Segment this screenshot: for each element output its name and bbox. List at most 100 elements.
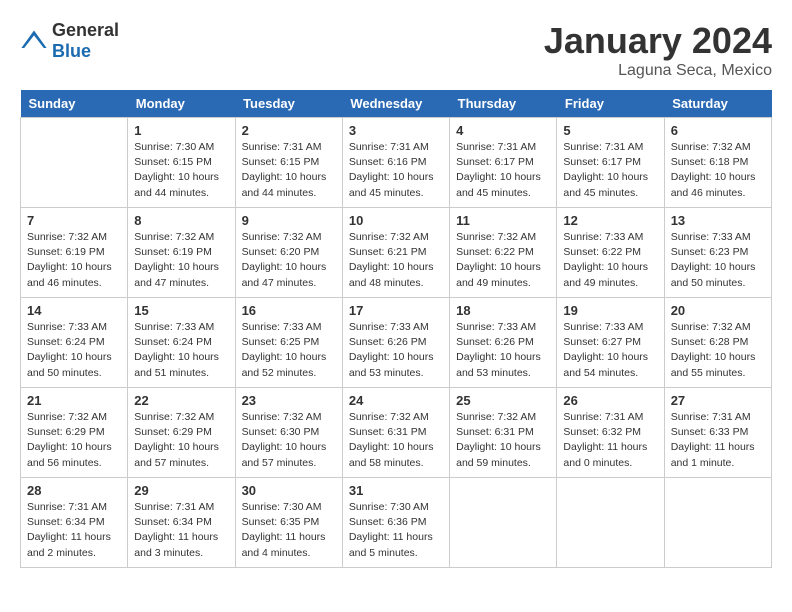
day-number: 4 <box>456 123 550 138</box>
day-header-thursday: Thursday <box>450 90 557 118</box>
calendar-cell: 31Sunrise: 7:30 AMSunset: 6:36 PMDayligh… <box>342 478 449 568</box>
calendar-cell: 30 Sunrise: 7:30 AMSunset: 6:35 PMDayligh… <box>235 478 342 568</box>
day-number: 19 <box>563 303 657 318</box>
logo: General Blue <box>20 20 119 62</box>
day-number: 30 <box>242 483 336 498</box>
calendar-cell: 7 Sunrise: 7:32 AMSunset: 6:19 PMDaylight… <box>21 208 128 298</box>
calendar-cell: 28 Sunrise: 7:31 AMSunset: 6:34 PMDayligh… <box>21 478 128 568</box>
day-info: Sunrise: 7:30 AMSunset: 6:36 PMDaylight:… <box>349 500 443 561</box>
day-info: Sunrise: 7:33 AMSunset: 6:24 PMDaylight:… <box>27 320 121 381</box>
day-info: Sunrise: 7:33 AMSunset: 6:23 PMDaylight:… <box>671 230 765 291</box>
logo-text-blue: Blue <box>52 41 91 61</box>
calendar-cell: 2 Sunrise: 7:31 AMSunset: 6:15 PMDaylight… <box>235 118 342 208</box>
day-number: 28 <box>27 483 121 498</box>
day-info: Sunrise: 7:33 AMSunset: 6:22 PMDaylight:… <box>563 230 657 291</box>
calendar-cell: 22 Sunrise: 7:32 AMSunset: 6:29 PMDayligh… <box>128 388 235 478</box>
day-info: Sunrise: 7:32 AMSunset: 6:21 PMDaylight:… <box>349 230 443 291</box>
day-info: Sunrise: 7:32 AMSunset: 6:22 PMDaylight:… <box>456 230 550 291</box>
day-number: 17 <box>349 303 443 318</box>
day-info: Sunrise: 7:31 AMSunset: 6:34 PMDaylight:… <box>27 500 121 561</box>
day-number: 26 <box>563 393 657 408</box>
day-header-friday: Friday <box>557 90 664 118</box>
calendar-cell: 13 Sunrise: 7:33 AMSunset: 6:23 PMDayligh… <box>664 208 771 298</box>
day-info: Sunrise: 7:31 AMSunset: 6:17 PMDaylight:… <box>563 140 657 201</box>
day-number: 25 <box>456 393 550 408</box>
day-number: 12 <box>563 213 657 228</box>
calendar-cell: 26 Sunrise: 7:31 AMSunset: 6:32 PMDayligh… <box>557 388 664 478</box>
calendar-cell <box>664 478 771 568</box>
header: General Blue January 2024 Laguna Seca, M… <box>20 20 772 80</box>
day-number: 13 <box>671 213 765 228</box>
day-header-monday: Monday <box>128 90 235 118</box>
day-header-saturday: Saturday <box>664 90 771 118</box>
day-number: 20 <box>671 303 765 318</box>
day-info: Sunrise: 7:33 AMSunset: 6:24 PMDaylight:… <box>134 320 228 381</box>
calendar-subtitle: Laguna Seca, Mexico <box>544 62 772 80</box>
day-number: 1 <box>134 123 228 138</box>
calendar-cell: 17 Sunrise: 7:33 AMSunset: 6:26 PMDayligh… <box>342 298 449 388</box>
day-info: Sunrise: 7:31 AMSunset: 6:16 PMDaylight:… <box>349 140 443 201</box>
day-info: Sunrise: 7:32 AMSunset: 6:31 PMDaylight:… <box>456 410 550 471</box>
day-info: Sunrise: 7:33 AMSunset: 6:25 PMDaylight:… <box>242 320 336 381</box>
calendar-cell: 3 Sunrise: 7:31 AMSunset: 6:16 PMDaylight… <box>342 118 449 208</box>
calendar-cell: 15Sunrise: 7:33 AMSunset: 6:24 PMDayligh… <box>128 298 235 388</box>
day-number: 27 <box>671 393 765 408</box>
calendar-cell: 4 Sunrise: 7:31 AMSunset: 6:17 PMDaylight… <box>450 118 557 208</box>
calendar-cell: 25 Sunrise: 7:32 AMSunset: 6:31 PMDayligh… <box>450 388 557 478</box>
calendar-cell: 23 Sunrise: 7:32 AMSunset: 6:30 PMDayligh… <box>235 388 342 478</box>
day-info: Sunrise: 7:32 AMSunset: 6:29 PMDaylight:… <box>27 410 121 471</box>
day-number: 21 <box>27 393 121 408</box>
calendar-week-2: 7 Sunrise: 7:32 AMSunset: 6:19 PMDaylight… <box>21 208 772 298</box>
day-info: Sunrise: 7:33 AMSunset: 6:27 PMDaylight:… <box>563 320 657 381</box>
days-header-row: SundayMondayTuesdayWednesdayThursdayFrid… <box>21 90 772 118</box>
calendar-cell: 12 Sunrise: 7:33 AMSunset: 6:22 PMDayligh… <box>557 208 664 298</box>
day-info: Sunrise: 7:30 AMSunset: 6:35 PMDaylight:… <box>242 500 336 561</box>
calendar-week-5: 28 Sunrise: 7:31 AMSunset: 6:34 PMDayligh… <box>21 478 772 568</box>
day-number: 2 <box>242 123 336 138</box>
calendar-cell: 14 Sunrise: 7:33 AMSunset: 6:24 PMDayligh… <box>21 298 128 388</box>
day-info: Sunrise: 7:32 AMSunset: 6:20 PMDaylight:… <box>242 230 336 291</box>
calendar-cell <box>450 478 557 568</box>
day-number: 3 <box>349 123 443 138</box>
day-info: Sunrise: 7:32 AMSunset: 6:29 PMDaylight:… <box>134 410 228 471</box>
day-number: 18 <box>456 303 550 318</box>
day-number: 22 <box>134 393 228 408</box>
day-info: Sunrise: 7:31 AMSunset: 6:17 PMDaylight:… <box>456 140 550 201</box>
calendar-cell: 16 Sunrise: 7:33 AMSunset: 6:25 PMDayligh… <box>235 298 342 388</box>
day-header-sunday: Sunday <box>21 90 128 118</box>
calendar-cell: 19 Sunrise: 7:33 AMSunset: 6:27 PMDayligh… <box>557 298 664 388</box>
day-number: 7 <box>27 213 121 228</box>
calendar-week-4: 21 Sunrise: 7:32 AMSunset: 6:29 PMDayligh… <box>21 388 772 478</box>
day-info: Sunrise: 7:33 AMSunset: 6:26 PMDaylight:… <box>456 320 550 381</box>
calendar-cell: 20 Sunrise: 7:32 AMSunset: 6:28 PMDayligh… <box>664 298 771 388</box>
day-header-wednesday: Wednesday <box>342 90 449 118</box>
calendar-cell: 8Sunrise: 7:32 AMSunset: 6:19 PMDaylight… <box>128 208 235 298</box>
calendar-cell <box>21 118 128 208</box>
calendar-cell: 24Sunrise: 7:32 AMSunset: 6:31 PMDayligh… <box>342 388 449 478</box>
logo-icon <box>20 27 48 55</box>
day-info: Sunrise: 7:31 AMSunset: 6:32 PMDaylight:… <box>563 410 657 471</box>
calendar-cell: 27 Sunrise: 7:31 AMSunset: 6:33 PMDayligh… <box>664 388 771 478</box>
day-info: Sunrise: 7:33 AMSunset: 6:26 PMDaylight:… <box>349 320 443 381</box>
calendar-cell: 29Sunrise: 7:31 AMSunset: 6:34 PMDayligh… <box>128 478 235 568</box>
calendar-cell: 10Sunrise: 7:32 AMSunset: 6:21 PMDayligh… <box>342 208 449 298</box>
day-number: 23 <box>242 393 336 408</box>
day-number: 6 <box>671 123 765 138</box>
calendar-cell: 5 Sunrise: 7:31 AMSunset: 6:17 PMDaylight… <box>557 118 664 208</box>
day-info: Sunrise: 7:32 AMSunset: 6:28 PMDaylight:… <box>671 320 765 381</box>
calendar-cell: 21 Sunrise: 7:32 AMSunset: 6:29 PMDayligh… <box>21 388 128 478</box>
day-info: Sunrise: 7:31 AMSunset: 6:33 PMDaylight:… <box>671 410 765 471</box>
logo-text-general: General <box>52 20 119 40</box>
day-number: 29 <box>134 483 228 498</box>
day-number: 14 <box>27 303 121 318</box>
day-info: Sunrise: 7:31 AMSunset: 6:15 PMDaylight:… <box>242 140 336 201</box>
calendar-cell: 9Sunrise: 7:32 AMSunset: 6:20 PMDaylight… <box>235 208 342 298</box>
day-number: 16 <box>242 303 336 318</box>
day-number: 5 <box>563 123 657 138</box>
calendar-table: SundayMondayTuesdayWednesdayThursdayFrid… <box>20 90 772 568</box>
day-info: Sunrise: 7:32 AMSunset: 6:19 PMDaylight:… <box>27 230 121 291</box>
calendar-body: 1 Sunrise: 7:30 AMSunset: 6:15 PMDaylight… <box>21 118 772 568</box>
day-info: Sunrise: 7:30 AMSunset: 6:15 PMDaylight:… <box>134 140 228 201</box>
day-info: Sunrise: 7:32 AMSunset: 6:30 PMDaylight:… <box>242 410 336 471</box>
calendar-cell <box>557 478 664 568</box>
